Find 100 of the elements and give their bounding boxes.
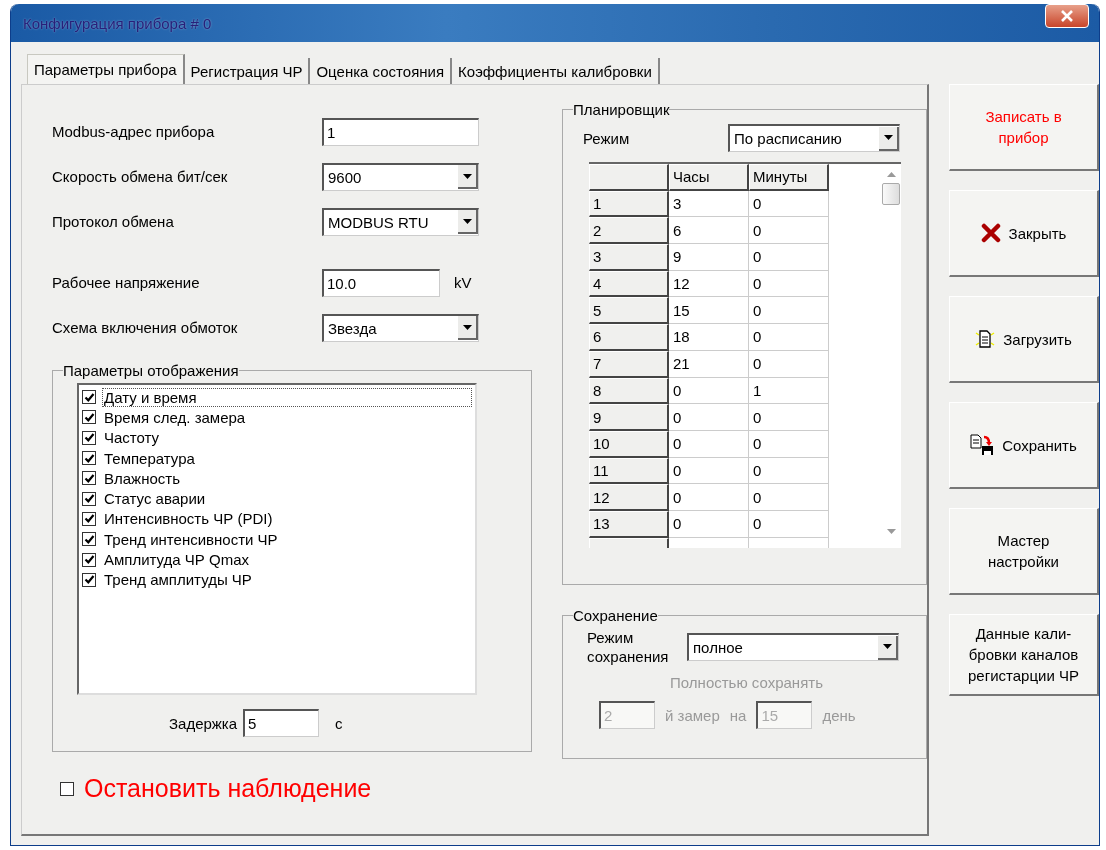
table-cell[interactable]: 0	[749, 190, 829, 218]
row-header: 12	[589, 484, 669, 511]
action-button[interactable]: Мастер настройки	[949, 508, 1099, 595]
column-header: Минуты	[749, 164, 829, 191]
table-cell[interactable]: 15	[669, 297, 749, 325]
unit-label: с	[335, 714, 343, 732]
input-field[interactable]: 1	[322, 117, 479, 146]
checklist-item[interactable]: Тренд интенсивности ЧР	[102, 529, 386, 549]
on-label: на	[729, 706, 747, 724]
group-title: Сохранение	[573, 607, 658, 624]
dropdown[interactable]: По расписанию	[728, 124, 900, 152]
checkbox[interactable]	[82, 410, 96, 425]
dropdown[interactable]: 9600	[322, 162, 479, 191]
row-header: 3	[589, 244, 669, 271]
checklist-item[interactable]: Температура	[102, 448, 386, 468]
checklist-item[interactable]: Частоту	[102, 428, 386, 448]
dropdown[interactable]: Звезда	[322, 313, 479, 342]
input-field[interactable]: 5	[243, 709, 320, 737]
checklist-item[interactable]: Статус аварии	[102, 489, 386, 509]
measure-label: й замер	[665, 706, 720, 724]
table-cell[interactable]: 0	[749, 324, 829, 351]
mode-label: Режим	[583, 129, 630, 147]
table-cell[interactable]: 0	[749, 404, 829, 431]
table-cell[interactable]: 0	[749, 430, 829, 458]
table-cell[interactable]: 0	[749, 270, 829, 298]
dropdown-arrow-icon	[462, 173, 472, 179]
table-cell[interactable]: 0	[669, 430, 749, 458]
checkbox[interactable]	[82, 552, 96, 567]
row-header: 6	[589, 324, 669, 351]
table-cell[interactable]: 6	[669, 217, 749, 245]
table-cell[interactable]: 0	[669, 510, 749, 538]
checklist-item[interactable]: Дату и время	[102, 387, 472, 407]
table-cell[interactable]: 0	[749, 244, 829, 271]
row-header: 7	[589, 350, 669, 378]
dropdown[interactable]: MODBUS RTU	[322, 207, 479, 236]
table-cell[interactable]: 0	[749, 350, 829, 378]
table-cell[interactable]: 9	[669, 244, 749, 271]
table-cell[interactable]: 0	[669, 404, 749, 431]
field-label: Рабочее напряжение	[52, 274, 201, 291]
checklist-item[interactable]: Время след. замера	[102, 407, 386, 427]
mode-label: Режим сохранения	[587, 628, 670, 666]
checkbox[interactable]	[82, 511, 96, 526]
delay-label: Задержка	[169, 714, 238, 732]
row-header: 4	[589, 270, 669, 298]
dropdown-arrow-icon	[883, 135, 893, 140]
input-field[interactable]: 10.0	[322, 268, 440, 297]
table-cell[interactable]: 12	[669, 270, 749, 298]
action-button[interactable]: Загрузить	[949, 296, 1099, 383]
field-label: Скорость обмена бит/сек	[52, 168, 229, 185]
row-header: 9	[589, 404, 669, 431]
action-button[interactable]: Закрыть	[949, 190, 1099, 277]
close-button[interactable]	[1045, 4, 1089, 28]
table-cell[interactable]: 3	[669, 190, 749, 218]
action-button[interactable]: Данные кали- бровки каналов регистарции ЧР	[949, 614, 1099, 696]
tab[interactable]: Параметры прибора	[27, 54, 185, 84]
checklist-item[interactable]: Интенсивность ЧР (PDI)	[102, 509, 386, 529]
day-label: день	[822, 706, 856, 724]
action-button[interactable]: Сохранить	[949, 402, 1099, 489]
row-header: 8	[589, 377, 669, 405]
field-label: Modbus-адрес прибора	[52, 123, 216, 140]
table-cell[interactable]: 0	[749, 484, 829, 511]
table-cell[interactable]: 18	[669, 324, 749, 351]
table-cell[interactable]: 0	[749, 297, 829, 325]
window-title: Конфигурация прибора # 0	[23, 14, 212, 32]
table-cell[interactable]: 0	[749, 510, 829, 538]
checkbox[interactable]	[82, 430, 96, 445]
group-title: Параметры отображения	[63, 362, 239, 379]
table-cell[interactable]: 0	[749, 457, 829, 485]
dropdown-arrow-icon	[882, 644, 892, 649]
scroll-up-icon[interactable]	[886, 172, 896, 177]
table-cell[interactable]: 0	[669, 457, 749, 485]
checklist-item[interactable]: Амплитуда ЧР Qmax	[102, 550, 386, 569]
row-header: 11	[589, 457, 669, 485]
unit-label: kV	[454, 274, 472, 291]
column-header: Часы	[669, 164, 749, 191]
table-cell[interactable]: 1	[749, 377, 829, 405]
field-label: Схема включения обмоток	[52, 319, 239, 336]
table-cell[interactable]: 0	[749, 217, 829, 245]
dropdown-arrow-icon	[462, 324, 472, 330]
row-header: 10	[589, 430, 669, 458]
group-title: Планировщик	[573, 101, 670, 118]
row-header: 2	[589, 217, 669, 245]
checkbox-label[interactable]: Остановить наблюдение	[84, 774, 372, 803]
checkbox[interactable]	[82, 471, 96, 486]
table-cell[interactable]: 21	[669, 350, 749, 378]
table-cell[interactable]: 0	[669, 484, 749, 511]
checkbox[interactable]	[82, 491, 96, 506]
checkbox[interactable]	[82, 572, 96, 587]
table-cell[interactable]: 0	[669, 377, 749, 405]
row-header: 1	[589, 190, 669, 218]
scroll-down-icon[interactable]	[886, 529, 896, 534]
action-button[interactable]: Записать в прибор	[949, 84, 1099, 171]
scroll-thumb[interactable]	[882, 183, 900, 205]
checkbox[interactable]	[82, 390, 96, 405]
checkbox[interactable]	[60, 781, 74, 796]
checklist-item[interactable]: Тренд амплитуды ЧР	[102, 570, 386, 590]
checkbox[interactable]	[82, 532, 96, 547]
checkbox[interactable]	[82, 451, 96, 466]
checklist-item[interactable]: Влажность	[102, 468, 386, 488]
dropdown-arrow-icon	[462, 218, 472, 224]
